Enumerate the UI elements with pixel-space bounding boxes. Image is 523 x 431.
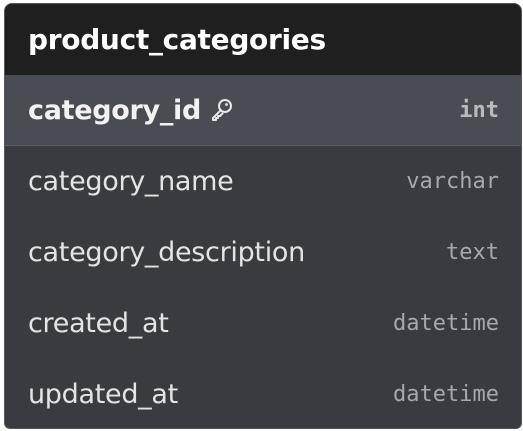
column-name: category_description: [28, 237, 305, 268]
table-card[interactable]: product_categories category_id int categ…: [4, 3, 522, 429]
column-name-cell: category_id: [28, 95, 235, 126]
column-row-category-name[interactable]: category_name varchar: [5, 146, 521, 217]
column-type: datetime: [393, 382, 499, 407]
column-name: created_at: [28, 308, 169, 339]
column-name: category_id: [28, 94, 202, 126]
table-header[interactable]: product_categories: [5, 4, 521, 75]
column-row-created-at[interactable]: created_at datetime: [5, 288, 521, 359]
column-row-updated-at[interactable]: updated_at datetime: [5, 359, 521, 428]
column-row-category-description[interactable]: category_description text: [5, 217, 521, 288]
column-type: varchar: [406, 169, 499, 194]
column-row-category-id[interactable]: category_id int: [5, 75, 521, 146]
column-type: datetime: [393, 311, 499, 336]
column-type: int: [459, 97, 499, 123]
key-icon: [209, 97, 235, 123]
column-name: updated_at: [28, 379, 178, 410]
column-type: text: [446, 240, 499, 265]
table-title: product_categories: [28, 23, 326, 56]
column-name: category_name: [28, 166, 234, 197]
